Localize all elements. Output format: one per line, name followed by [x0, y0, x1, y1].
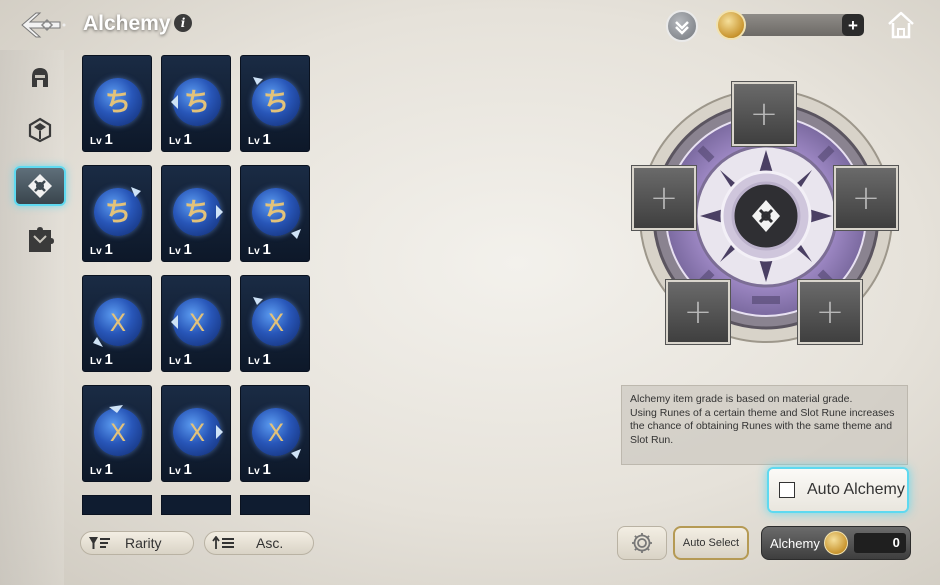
- alchemy-info-text: Alchemy item grade is based on material …: [621, 385, 908, 465]
- rune-glyph-icon: ち: [105, 187, 141, 228]
- svg-text:X: X: [189, 309, 205, 337]
- rune-dice-icon: [28, 117, 52, 143]
- auto-alchemy-checkbox[interactable]: [779, 482, 795, 498]
- svg-text:ち: ち: [105, 88, 131, 118]
- svg-text:X: X: [268, 419, 284, 447]
- gear-icon: [632, 533, 652, 553]
- rune-card[interactable]: X Lv 1: [240, 275, 310, 372]
- rune-card[interactable]: ち Lv 1: [161, 165, 231, 262]
- alchemy-slot-bottom-left[interactable]: +: [666, 280, 730, 344]
- rune-glyph-icon: X: [189, 419, 223, 447]
- sort-ascending-icon: [212, 536, 234, 549]
- rune-glyph-icon: X: [109, 405, 126, 447]
- svg-text:ち: ち: [184, 198, 210, 228]
- settings-button[interactable]: [617, 526, 667, 560]
- gold-coin-icon: [823, 531, 848, 555]
- rarity-sort-label: Rarity: [125, 535, 162, 551]
- rune-card[interactable]: ち Lv 1: [161, 55, 231, 152]
- rune-level: Lv 1: [169, 351, 192, 368]
- auto-select-button[interactable]: Auto Select: [673, 526, 749, 560]
- alchemy-slot-left[interactable]: +: [632, 166, 696, 230]
- svg-text:X: X: [110, 309, 126, 337]
- auto-alchemy-toggle[interactable]: Auto Alchemy: [767, 467, 909, 513]
- sidebar-item-rune-dice[interactable]: [20, 110, 60, 150]
- alchemy-slot-bottom-right[interactable]: +: [798, 280, 862, 344]
- rune-glyph-icon: ち: [171, 88, 210, 118]
- svg-text:X: X: [110, 419, 126, 447]
- rarity-sort-button[interactable]: Rarity: [80, 531, 194, 555]
- rune-level: Lv 1: [169, 131, 192, 148]
- sidebar: [0, 50, 66, 585]
- puzzle-icon: [29, 227, 54, 252]
- alchemy-slot-right[interactable]: +: [834, 166, 898, 230]
- rune-card[interactable]: X Lv 1: [161, 385, 231, 482]
- rune-card-partial[interactable]: [82, 495, 152, 515]
- rune-glyph-icon: ち: [253, 77, 289, 118]
- rune-level: Lv 1: [90, 241, 113, 258]
- rune-card[interactable]: X Lv 1: [161, 275, 231, 372]
- alchemy-rune-icon: [28, 174, 52, 198]
- rune-level: Lv 1: [248, 241, 271, 258]
- rune-glyph-icon: ち: [184, 198, 223, 228]
- rune-glyph-icon: ち: [105, 88, 131, 118]
- rune-card[interactable]: ち Lv 1: [82, 55, 152, 152]
- alchemy-rune-icon: [752, 200, 780, 232]
- rune-card[interactable]: X Lv 1: [240, 385, 310, 482]
- rune-card[interactable]: ち Lv 1: [82, 165, 152, 262]
- alchemy-cost: 0: [853, 533, 906, 553]
- back-arrow-icon: [21, 12, 66, 38]
- order-sort-label: Asc.: [256, 535, 284, 551]
- info-text: Alchemy item grade is based on material …: [630, 393, 895, 446]
- alchemy-button-label: Alchemy: [770, 535, 820, 551]
- rune-level: Lv 1: [169, 461, 192, 478]
- rune-level: Lv 1: [90, 351, 113, 368]
- rune-card-partial[interactable]: [161, 495, 231, 515]
- info-icon[interactable]: i: [174, 14, 192, 32]
- rune-card-partial[interactable]: [240, 495, 310, 515]
- rune-card[interactable]: ち Lv 1: [240, 165, 310, 262]
- helmet-icon: [32, 68, 48, 87]
- rune-level: Lv 1: [248, 131, 271, 148]
- rune-card[interactable]: ち Lv 1: [240, 55, 310, 152]
- rune-level: Lv 1: [169, 241, 192, 258]
- svg-text:ち: ち: [105, 198, 131, 228]
- gold-coin-icon: [716, 10, 746, 40]
- alchemy-button[interactable]: Alchemy 0: [761, 526, 911, 560]
- alchemy-circle: + + + + +: [632, 80, 900, 348]
- filter-icon: [89, 537, 110, 549]
- home-button[interactable]: [886, 10, 916, 40]
- rune-level: Lv 1: [90, 461, 113, 478]
- svg-text:X: X: [268, 309, 284, 337]
- sidebar-item-helmet[interactable]: [20, 58, 60, 98]
- rune-level: Lv 1: [248, 351, 271, 368]
- rune-glyph-icon: X: [171, 309, 205, 337]
- rune-level: Lv 1: [90, 131, 113, 148]
- rune-level: Lv 1: [248, 461, 271, 478]
- page-title: Alchemy: [83, 12, 171, 35]
- rune-card[interactable]: X Lv 1: [82, 275, 152, 372]
- svg-text:ち: ち: [263, 88, 289, 118]
- auto-alchemy-label: Auto Alchemy: [807, 481, 905, 498]
- svg-text:ち: ち: [263, 198, 289, 228]
- alchemy-slot-top[interactable]: +: [732, 82, 796, 146]
- rune-card[interactable]: X Lv 1: [82, 385, 152, 482]
- sidebar-item-puzzle[interactable]: [20, 220, 60, 260]
- svg-text:X: X: [189, 419, 205, 447]
- back-button[interactable]: [20, 10, 66, 40]
- home-icon: [888, 11, 914, 39]
- sidebar-item-alchemy[interactable]: [14, 166, 66, 206]
- svg-text:ち: ち: [184, 88, 210, 118]
- download-button[interactable]: [666, 10, 698, 42]
- rune-glyph-icon: X: [253, 297, 284, 337]
- download-icon: [675, 21, 689, 35]
- order-sort-button[interactable]: Asc.: [204, 531, 314, 555]
- add-currency-button[interactable]: +: [842, 14, 864, 36]
- top-bar: Alchemy i +: [0, 0, 940, 50]
- rune-glyph-icon: X: [268, 419, 301, 459]
- rune-glyph-icon: ち: [263, 198, 301, 239]
- rune-glyph-icon: X: [93, 309, 126, 347]
